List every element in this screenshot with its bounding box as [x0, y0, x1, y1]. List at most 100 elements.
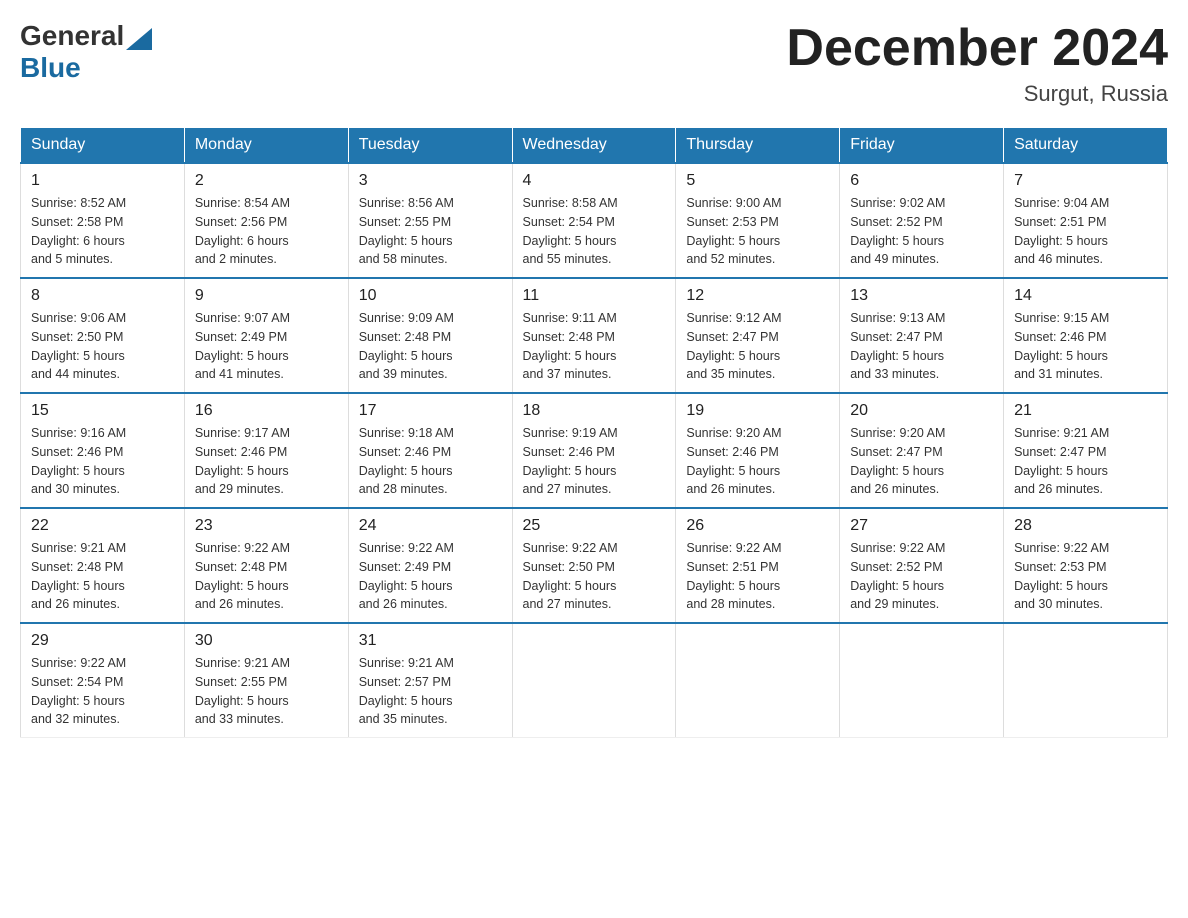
day-info: Sunrise: 9:22 AMSunset: 2:52 PMDaylight:…	[850, 539, 993, 614]
calendar-week-row: 22Sunrise: 9:21 AMSunset: 2:48 PMDayligh…	[21, 508, 1168, 623]
day-number: 18	[523, 402, 666, 420]
day-number: 1	[31, 172, 174, 190]
calendar-cell: 10 Sunrise: 9:09 AMSunset: 2:48 PMDayligh…	[348, 278, 512, 393]
calendar-header-sunday: Sunday	[21, 128, 185, 164]
calendar-cell: 24Sunrise: 9:22 AMSunset: 2:49 PMDayligh…	[348, 508, 512, 623]
day-info: Sunrise: 9:20 AMSunset: 2:46 PMDaylight:…	[686, 424, 829, 499]
calendar-cell: 12 Sunrise: 9:12 AMSunset: 2:47 PMDayligh…	[676, 278, 840, 393]
day-number: 31	[359, 632, 502, 650]
day-number: 8	[31, 287, 174, 305]
calendar-cell: 25 Sunrise: 9:22 AMSunset: 2:50 PMDayligh…	[512, 508, 676, 623]
calendar-cell: 1Sunrise: 8:52 AMSunset: 2:58 PMDaylight…	[21, 163, 185, 278]
day-number: 26	[686, 517, 829, 535]
day-info: Sunrise: 9:21 AMSunset: 2:55 PMDaylight:…	[195, 654, 338, 729]
calendar-cell: 17 Sunrise: 9:18 AMSunset: 2:46 PMDayligh…	[348, 393, 512, 508]
calendar-cell: 28Sunrise: 9:22 AMSunset: 2:53 PMDayligh…	[1004, 508, 1168, 623]
day-info: Sunrise: 9:19 AMSunset: 2:46 PMDaylight:…	[523, 424, 666, 499]
calendar-header-monday: Monday	[184, 128, 348, 164]
calendar-header-saturday: Saturday	[1004, 128, 1168, 164]
logo-text-general: General	[20, 20, 124, 52]
calendar-header-thursday: Thursday	[676, 128, 840, 164]
calendar-cell: 4 Sunrise: 8:58 AMSunset: 2:54 PMDaylight…	[512, 163, 676, 278]
calendar-cell: 7 Sunrise: 9:04 AMSunset: 2:51 PMDaylight…	[1004, 163, 1168, 278]
day-info: Sunrise: 8:58 AMSunset: 2:54 PMDaylight:…	[523, 194, 666, 269]
calendar-cell: 30 Sunrise: 9:21 AMSunset: 2:55 PMDayligh…	[184, 623, 348, 738]
day-number: 12	[686, 287, 829, 305]
calendar-cell: 14 Sunrise: 9:15 AMSunset: 2:46 PMDayligh…	[1004, 278, 1168, 393]
calendar-cell: 6 Sunrise: 9:02 AMSunset: 2:52 PMDaylight…	[840, 163, 1004, 278]
calendar-cell: 27 Sunrise: 9:22 AMSunset: 2:52 PMDayligh…	[840, 508, 1004, 623]
calendar-cell: 23Sunrise: 9:22 AMSunset: 2:48 PMDayligh…	[184, 508, 348, 623]
day-number: 4	[523, 172, 666, 190]
day-info: Sunrise: 9:12 AMSunset: 2:47 PMDaylight:…	[686, 309, 829, 384]
calendar-cell: 15 Sunrise: 9:16 AMSunset: 2:46 PMDayligh…	[21, 393, 185, 508]
day-number: 6	[850, 172, 993, 190]
calendar-cell: 21 Sunrise: 9:21 AMSunset: 2:47 PMDayligh…	[1004, 393, 1168, 508]
day-info: Sunrise: 9:02 AMSunset: 2:52 PMDaylight:…	[850, 194, 993, 269]
day-number: 24	[359, 517, 502, 535]
day-info: Sunrise: 9:18 AMSunset: 2:46 PMDaylight:…	[359, 424, 502, 499]
calendar-week-row: 29Sunrise: 9:22 AMSunset: 2:54 PMDayligh…	[21, 623, 1168, 738]
day-info: Sunrise: 9:13 AMSunset: 2:47 PMDaylight:…	[850, 309, 993, 384]
day-number: 3	[359, 172, 502, 190]
day-number: 11	[523, 287, 666, 305]
calendar-week-row: 1Sunrise: 8:52 AMSunset: 2:58 PMDaylight…	[21, 163, 1168, 278]
day-info: Sunrise: 9:21 AMSunset: 2:47 PMDaylight:…	[1014, 424, 1157, 499]
calendar-header-wednesday: Wednesday	[512, 128, 676, 164]
calendar-header-tuesday: Tuesday	[348, 128, 512, 164]
calendar-cell	[512, 623, 676, 738]
day-number: 20	[850, 402, 993, 420]
calendar-header-friday: Friday	[840, 128, 1004, 164]
calendar-cell: 3Sunrise: 8:56 AMSunset: 2:55 PMDaylight…	[348, 163, 512, 278]
day-info: Sunrise: 9:06 AMSunset: 2:50 PMDaylight:…	[31, 309, 174, 384]
day-number: 30	[195, 632, 338, 650]
calendar-cell: 31Sunrise: 9:21 AMSunset: 2:57 PMDayligh…	[348, 623, 512, 738]
day-number: 17	[359, 402, 502, 420]
calendar-cell	[1004, 623, 1168, 738]
calendar-cell: 2Sunrise: 8:54 AMSunset: 2:56 PMDaylight…	[184, 163, 348, 278]
calendar-cell: 26 Sunrise: 9:22 AMSunset: 2:51 PMDayligh…	[676, 508, 840, 623]
calendar-cell: 5Sunrise: 9:00 AMSunset: 2:53 PMDaylight…	[676, 163, 840, 278]
title-block: December 2024 Surgut, Russia	[786, 20, 1168, 107]
page-header: General Blue December 2024 Surgut, Russi…	[20, 20, 1168, 107]
calendar-cell: 18 Sunrise: 9:19 AMSunset: 2:46 PMDayligh…	[512, 393, 676, 508]
calendar-title: December 2024	[786, 20, 1168, 77]
day-info: Sunrise: 9:16 AMSunset: 2:46 PMDaylight:…	[31, 424, 174, 499]
calendar-cell	[676, 623, 840, 738]
day-number: 14	[1014, 287, 1157, 305]
day-info: Sunrise: 9:20 AMSunset: 2:47 PMDaylight:…	[850, 424, 993, 499]
day-info: Sunrise: 9:07 AMSunset: 2:49 PMDaylight:…	[195, 309, 338, 384]
calendar-subtitle: Surgut, Russia	[786, 81, 1168, 107]
logo-text-blue: Blue	[20, 52, 81, 83]
day-info: Sunrise: 8:54 AMSunset: 2:56 PMDaylight:…	[195, 194, 338, 269]
day-number: 10	[359, 287, 502, 305]
day-number: 19	[686, 402, 829, 420]
day-info: Sunrise: 9:09 AMSunset: 2:48 PMDaylight:…	[359, 309, 502, 384]
day-info: Sunrise: 9:17 AMSunset: 2:46 PMDaylight:…	[195, 424, 338, 499]
day-info: Sunrise: 9:22 AMSunset: 2:48 PMDaylight:…	[195, 539, 338, 614]
calendar-cell: 8 Sunrise: 9:06 AMSunset: 2:50 PMDaylight…	[21, 278, 185, 393]
calendar-cell: 16Sunrise: 9:17 AMSunset: 2:46 PMDayligh…	[184, 393, 348, 508]
day-number: 15	[31, 402, 174, 420]
calendar-cell: 29Sunrise: 9:22 AMSunset: 2:54 PMDayligh…	[21, 623, 185, 738]
day-info: Sunrise: 9:22 AMSunset: 2:51 PMDaylight:…	[686, 539, 829, 614]
day-info: Sunrise: 9:21 AMSunset: 2:48 PMDaylight:…	[31, 539, 174, 614]
day-number: 9	[195, 287, 338, 305]
day-number: 21	[1014, 402, 1157, 420]
day-info: Sunrise: 9:04 AMSunset: 2:51 PMDaylight:…	[1014, 194, 1157, 269]
calendar-week-row: 15 Sunrise: 9:16 AMSunset: 2:46 PMDayligh…	[21, 393, 1168, 508]
day-info: Sunrise: 9:22 AMSunset: 2:50 PMDaylight:…	[523, 539, 666, 614]
day-info: Sunrise: 9:11 AMSunset: 2:48 PMDaylight:…	[523, 309, 666, 384]
day-number: 13	[850, 287, 993, 305]
day-info: Sunrise: 9:15 AMSunset: 2:46 PMDaylight:…	[1014, 309, 1157, 384]
calendar-cell: 20 Sunrise: 9:20 AMSunset: 2:47 PMDayligh…	[840, 393, 1004, 508]
calendar-week-row: 8 Sunrise: 9:06 AMSunset: 2:50 PMDaylight…	[21, 278, 1168, 393]
day-number: 5	[686, 172, 829, 190]
day-number: 25	[523, 517, 666, 535]
calendar-cell: 9 Sunrise: 9:07 AMSunset: 2:49 PMDaylight…	[184, 278, 348, 393]
logo: General Blue	[20, 20, 152, 84]
day-number: 27	[850, 517, 993, 535]
calendar-header-row: SundayMondayTuesdayWednesdayThursdayFrid…	[21, 128, 1168, 164]
day-number: 7	[1014, 172, 1157, 190]
calendar-cell	[840, 623, 1004, 738]
